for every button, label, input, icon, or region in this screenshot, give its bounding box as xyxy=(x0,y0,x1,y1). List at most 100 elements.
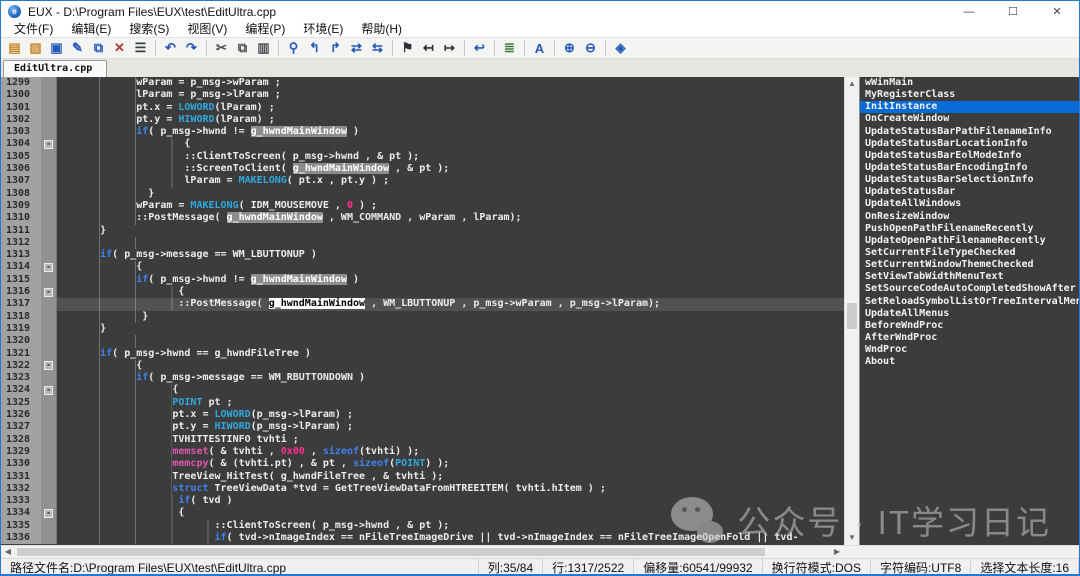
code-line-1317[interactable]: 1317::PostMessage( g_hwndMainWindow , WM… xyxy=(1,298,844,310)
file-list-button[interactable]: ☰ xyxy=(131,39,150,57)
menu-item-1[interactable]: 编辑(E) xyxy=(62,22,120,37)
find-next-button[interactable]: ↱ xyxy=(326,39,345,57)
symbol-item[interactable]: SetSourceCodeAutoCompletedShowAfter xyxy=(860,283,1079,295)
new-file-button[interactable]: ▤ xyxy=(5,39,24,57)
vertical-scroll-thumb[interactable] xyxy=(847,303,857,329)
zoom-in-button[interactable]: ⊕ xyxy=(560,39,579,57)
code-line-1318[interactable]: 1318} xyxy=(1,311,844,323)
symbol-item[interactable]: SetReloadSymbolListOrTreeIntervalMen xyxy=(860,296,1079,308)
code-line-1314[interactable]: 1314-{ xyxy=(1,261,844,273)
symbol-item[interactable]: WndProc xyxy=(860,344,1079,356)
code-line-1324[interactable]: 1324-{ xyxy=(1,384,844,396)
code-line-1327[interactable]: 1327pt.y = HIWORD(p_msg->lParam) ; xyxy=(1,421,844,433)
symbol-item[interactable]: PushOpenPathFilenameRecently xyxy=(860,223,1079,235)
code-line-1330[interactable]: 1330memcpy( & (tvhti.pt) , & pt , sizeof… xyxy=(1,458,844,470)
replace-button[interactable]: ⇄ xyxy=(347,39,366,57)
symbol-item[interactable]: UpdateStatusBarLocationInfo xyxy=(860,138,1079,150)
find-prev-button[interactable]: ↰ xyxy=(305,39,324,57)
symbol-item-selected[interactable]: InitInstance xyxy=(860,101,1079,113)
symbol-item[interactable]: About xyxy=(860,356,1079,368)
scroll-up-icon[interactable]: ▲ xyxy=(845,77,859,91)
back-button[interactable]: ↩ xyxy=(470,39,489,57)
scroll-down-icon[interactable]: ▼ xyxy=(845,531,859,545)
symbol-item[interactable]: wWinMain xyxy=(860,77,1079,89)
code-line-1328[interactable]: 1328TVHITTESTINFO tvhti ; xyxy=(1,434,844,446)
code-line-1309[interactable]: 1309wParam = MAKELONG( IDM_MOUSEMOVE , 0… xyxy=(1,200,844,212)
symbol-item[interactable]: OnCreateWindow xyxy=(860,113,1079,125)
fold-collapse-icon[interactable]: - xyxy=(44,361,53,370)
code-line-1306[interactable]: 1306::ScreenToClient( g_hwndMainWindow ,… xyxy=(1,163,844,175)
code-line-1333[interactable]: 1333if( tvd ) xyxy=(1,495,844,507)
scroll-left-icon[interactable]: ◀ xyxy=(1,546,15,558)
code-line-1326[interactable]: 1326pt.x = LOWORD(p_msg->lParam) ; xyxy=(1,409,844,421)
replace-in-files-button[interactable]: ⇆ xyxy=(368,39,387,57)
code-line-1305[interactable]: 1305::ClientToScreen( p_msg->hwnd , & pt… xyxy=(1,151,844,163)
save-all-button[interactable]: ⧉ xyxy=(89,39,108,57)
horizontal-scroll-thumb[interactable] xyxy=(17,548,765,556)
maximize-button[interactable]: ☐ xyxy=(991,1,1035,22)
code-line-1299[interactable]: 1299wParam = p_msg->wParam ; xyxy=(1,77,844,89)
undo-button[interactable]: ↶ xyxy=(161,39,180,57)
code-line-1307[interactable]: 1307lParam = MAKELONG( pt.x , pt.y ) ; xyxy=(1,175,844,187)
syntax-highlight-button[interactable]: A xyxy=(530,39,549,57)
code-line-1335[interactable]: 1335::ClientToScreen( p_msg->hwnd , & pt… xyxy=(1,520,844,532)
symbol-item[interactable]: AfterWndProc xyxy=(860,332,1079,344)
symbol-item[interactable]: UpdateStatusBarEncodingInfo xyxy=(860,162,1079,174)
open-file-button[interactable]: ▧ xyxy=(26,39,45,57)
symbol-item[interactable]: SetViewTabWidthMenuText xyxy=(860,271,1079,283)
code-line-1302[interactable]: 1302pt.y = HIWORD(lParam) ; xyxy=(1,114,844,126)
menu-item-4[interactable]: 编程(P) xyxy=(236,22,294,37)
menu-item-5[interactable]: 环境(E) xyxy=(294,22,352,37)
symbol-item[interactable]: SetCurrentWindowThemeChecked xyxy=(860,259,1079,271)
cut-button[interactable]: ✂ xyxy=(212,39,231,57)
symbol-item[interactable]: UpdateAllMenus xyxy=(860,308,1079,320)
menu-item-2[interactable]: 搜索(S) xyxy=(120,22,178,37)
code-line-1312[interactable]: 1312 xyxy=(1,237,844,249)
redo-button[interactable]: ↷ xyxy=(182,39,201,57)
symbol-item[interactable]: UpdateStatusBarPathFilenameInfo xyxy=(860,126,1079,138)
symbol-item[interactable]: UpdateStatusBar xyxy=(860,186,1079,198)
code-line-1313[interactable]: 1313if( p_msg->message == WM_LBUTTONUP ) xyxy=(1,249,844,261)
vertical-scroll-track[interactable] xyxy=(845,91,859,531)
next-bookmark-button[interactable]: ↦ xyxy=(440,39,459,57)
code-line-1316[interactable]: 1316-{ xyxy=(1,286,844,298)
code-line-1308[interactable]: 1308} xyxy=(1,188,844,200)
code-line-1332[interactable]: 1332struct TreeViewData *tvd = GetTreeVi… xyxy=(1,483,844,495)
code-line-1334[interactable]: 1334-{ xyxy=(1,507,844,519)
paste-button[interactable]: ▥ xyxy=(254,39,273,57)
fold-collapse-icon[interactable]: - xyxy=(44,263,53,272)
symbol-item[interactable]: UpdateStatusBarSelectionInfo xyxy=(860,174,1079,186)
symbol-item[interactable]: UpdateOpenPathFilenameRecently xyxy=(860,235,1079,247)
symbol-item[interactable]: MyRegisterClass xyxy=(860,89,1079,101)
code-line-1315[interactable]: 1315if( p_msg->hwnd != g_hwndMainWindow … xyxy=(1,274,844,286)
code-line-1323[interactable]: 1323if( p_msg->message == WM_RBUTTONDOWN… xyxy=(1,372,844,384)
close-file-button[interactable]: ✕ xyxy=(110,39,129,57)
vertical-scrollbar[interactable]: ▲ ▼ xyxy=(844,77,859,545)
code-line-1320[interactable]: 1320 xyxy=(1,335,844,347)
code-line-1331[interactable]: 1331TreeView_HitTest( g_hwndFileTree , &… xyxy=(1,471,844,483)
symbol-item[interactable]: OnResizeWindow xyxy=(860,211,1079,223)
menu-item-3[interactable]: 视图(V) xyxy=(178,22,236,37)
copy-button[interactable]: ⧉ xyxy=(233,39,252,57)
code-line-1336[interactable]: 1336if( tvd->nImageIndex == nFileTreeIma… xyxy=(1,532,844,544)
save-button[interactable]: ▣ xyxy=(47,39,66,57)
line-endings-button[interactable]: ≣ xyxy=(500,39,519,57)
code-line-1303[interactable]: 1303if( p_msg->hwnd != g_hwndMainWindow … xyxy=(1,126,844,138)
menu-item-6[interactable]: 帮助(H) xyxy=(352,22,411,37)
menu-item-0[interactable]: 文件(F) xyxy=(5,22,62,37)
about-button[interactable]: ◈ xyxy=(611,39,630,57)
symbol-item[interactable]: UpdateStatusBarEolModeInfo xyxy=(860,150,1079,162)
code-line-1304[interactable]: 1304-{ xyxy=(1,138,844,150)
code-line-1311[interactable]: 1311} xyxy=(1,225,844,237)
scroll-right-icon[interactable]: ▶ xyxy=(830,546,844,558)
code-line-1301[interactable]: 1301pt.x = LOWORD(lParam) ; xyxy=(1,102,844,114)
prev-bookmark-button[interactable]: ↤ xyxy=(419,39,438,57)
horizontal-scrollbar[interactable]: ◀ ▶ xyxy=(1,546,844,558)
symbol-item[interactable]: UpdateAllWindows xyxy=(860,198,1079,210)
save-as-button[interactable]: ✎ xyxy=(68,39,87,57)
code-editor[interactable]: 1299wParam = p_msg->wParam ;1300lParam =… xyxy=(1,77,844,545)
tab-editultra-cpp[interactable]: EditUltra.cpp xyxy=(3,60,107,77)
code-line-1321[interactable]: 1321if( p_msg->hwnd == g_hwndFileTree ) xyxy=(1,348,844,360)
code-line-1329[interactable]: 1329memset( & tvhti , 0x00 , sizeof(tvht… xyxy=(1,446,844,458)
bookmark-button[interactable]: ⚑ xyxy=(398,39,417,57)
